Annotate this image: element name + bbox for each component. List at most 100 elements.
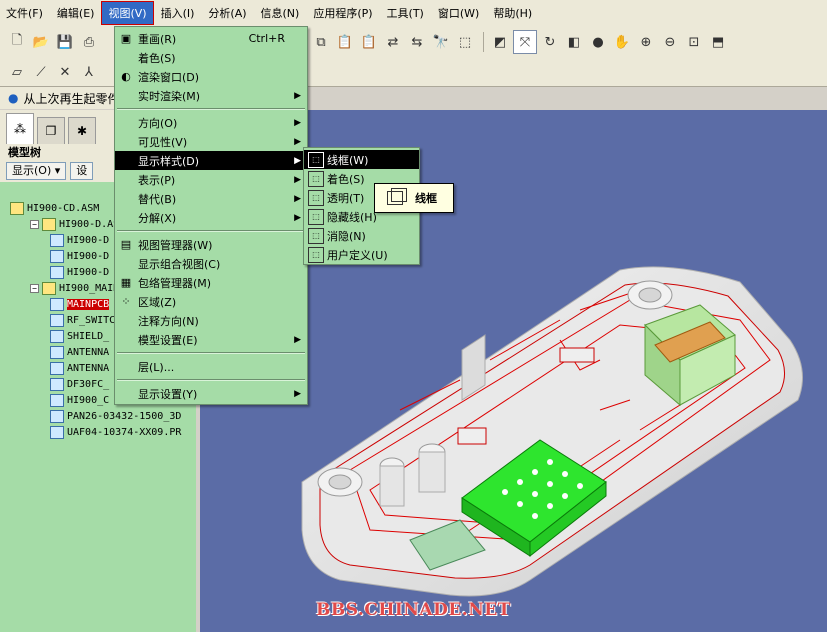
paste-special-icon[interactable]: 📋 <box>358 31 380 53</box>
settings-button[interactable]: 设 <box>70 162 94 180</box>
menu-0[interactable]: 文件(F) <box>0 2 49 24</box>
regenerate-manager-icon[interactable]: ⇆ <box>406 31 428 53</box>
menu-item-label: 重画(R) <box>138 32 177 46</box>
part-icon <box>50 409 64 423</box>
menu-item-label: 方向(O) <box>138 116 178 130</box>
orient-icon[interactable]: ◧ <box>563 31 585 53</box>
view-menu-item[interactable]: ◐ 渲染窗口(D) <box>115 67 307 86</box>
tree-node[interactable]: − HI900_MAINB <box>30 280 125 296</box>
saved-views-icon[interactable]: ⬒ <box>707 31 729 53</box>
repaint-view-icon[interactable]: ↻ <box>539 31 561 53</box>
pan-hand-icon[interactable]: ✋ <box>611 31 633 53</box>
show-button[interactable]: 显示(O) ▾ <box>6 162 67 180</box>
tree-node[interactable]: HI900_C <box>50 392 109 408</box>
zoom-in-icon[interactable]: ⊕ <box>635 31 657 53</box>
open-folder-icon[interactable]: 📂 <box>30 31 52 53</box>
toolbar-row-1: 🗋 📂 💾 ⎙ <box>6 28 102 56</box>
tree-node-label: HI900-D <box>67 234 110 246</box>
tree-node[interactable]: ANTENNA <box>50 360 109 376</box>
view-menu-item[interactable]: 实时渲染(M) ▶ <box>115 86 307 105</box>
view-menu-item[interactable]: 模型设置(E) ▶ <box>115 330 307 349</box>
tree-node[interactable]: − HI900-D.ASM <box>30 216 125 232</box>
view-menu-item[interactable]: ⁘ 区域(Z) <box>115 292 307 311</box>
part-icon <box>50 297 64 311</box>
view-menu-item[interactable]: ▦ 包络管理器(M) <box>115 273 307 292</box>
collapse-toggle-icon[interactable]: − <box>30 283 39 293</box>
datum-csys-icon[interactable]: ⅄ <box>78 61 100 83</box>
print-icon[interactable]: ⎙ <box>78 31 100 53</box>
menu-separator <box>117 108 305 110</box>
hidden-line-icon: ⬚ <box>308 208 324 225</box>
shading-ball-icon[interactable]: ● <box>587 31 609 53</box>
menu-item-label: 显示设置(Y) <box>138 387 198 401</box>
tree-node[interactable]: ANTENNA <box>50 344 109 360</box>
menu-item-label: 线框(W) <box>327 153 369 167</box>
zoom-out-icon[interactable]: ⊖ <box>659 31 681 53</box>
submenu-arrow-icon: ▶ <box>294 193 301 204</box>
menu-bar: 文件(F) 编辑(E) 视图(V) 插入(I) 分析(A) 信息(N) 应用程序(P) 工具(… <box>0 0 827 27</box>
spin-center-icon[interactable]: ⤧ <box>513 30 537 54</box>
view-menu-item[interactable]: ▣ 重画(R) Ctrl+R <box>115 29 307 48</box>
tree-node[interactable]: HI900-D <box>50 264 109 280</box>
view-menu-item[interactable]: 方向(O) ▶ <box>115 113 307 132</box>
menu-2[interactable]: 视图(V) <box>101 1 154 25</box>
menu-5[interactable]: 信息(N) <box>255 2 306 24</box>
tree-node[interactable]: DF30FC_ <box>50 376 109 392</box>
menu-4[interactable]: 分析(A) <box>202 2 252 24</box>
datum-plane-icon[interactable]: ▱ <box>6 61 28 83</box>
collapse-toggle-icon[interactable]: − <box>30 219 39 229</box>
view-menu-item[interactable]: 层(L)... <box>115 357 307 376</box>
display-style-item[interactable]: ⬚ 线框(W) <box>304 150 419 169</box>
datum-point-icon[interactable]: ✕ <box>54 61 76 83</box>
sketch-icon[interactable]: ◩ <box>489 31 511 53</box>
cube-outline-icon <box>387 188 407 205</box>
tree-node[interactable]: RF_SWITC <box>50 312 115 328</box>
menu-1[interactable]: 编辑(E) <box>51 2 101 24</box>
find-icon[interactable]: 🔭 <box>430 31 452 53</box>
tab-model-tree[interactable]: ⁂ <box>6 113 34 144</box>
view-menu-item[interactable]: 着色(S) <box>115 48 307 67</box>
datum-axis-icon[interactable]: ⟋ <box>30 61 52 83</box>
submenu-arrow-icon: ▶ <box>294 90 301 101</box>
view-menu-item[interactable]: 表示(P) ▶ <box>115 170 307 189</box>
tab-folder-browser[interactable]: ❐ <box>37 117 65 144</box>
tree-node[interactable]: MAINPCB <box>50 296 110 312</box>
tree-node[interactable]: SHIELD_ <box>50 328 109 344</box>
watermark: BBS.CHINADE.NET <box>316 600 511 620</box>
select-box-icon[interactable]: ⬚ <box>454 31 476 53</box>
new-file-icon[interactable]: 🗋 <box>6 31 28 53</box>
view-menu-item[interactable]: 显示样式(D) ▶ <box>115 151 307 170</box>
view-menu-item[interactable]: 显示组合视图(C) <box>115 254 307 273</box>
display-style-item[interactable]: ⬚ 用户定义(U) <box>304 245 419 264</box>
regenerate-icon[interactable]: ⇄ <box>382 31 404 53</box>
paste-icon[interactable]: 📋 <box>334 31 356 53</box>
part-icon <box>50 361 64 375</box>
menu-3[interactable]: 插入(I) <box>155 2 201 24</box>
render-window-icon: ◐ <box>121 70 131 83</box>
tree-node-label: PAN26-03432-1500_3D <box>67 410 182 422</box>
menu-9[interactable]: 帮助(H) <box>487 2 538 24</box>
view-menu-item[interactable]: ▤ 视图管理器(W) <box>115 235 307 254</box>
menu-7[interactable]: 工具(T) <box>381 2 430 24</box>
refit-icon[interactable]: ⊡ <box>683 31 705 53</box>
tree-node[interactable]: PAN26-03432-1500_3D <box>50 408 181 424</box>
tree-node[interactable]: HI900-D <box>50 232 109 248</box>
view-menu-item[interactable]: 显示设置(Y) ▶ <box>115 384 307 403</box>
view-manager-icon: ▤ <box>120 238 132 251</box>
menu-item-label: 注释方向(N) <box>138 314 199 328</box>
display-style-item[interactable]: ⬚ 消隐(N) <box>304 226 419 245</box>
tree-node[interactable]: UAF04-10374-XX09.PR <box>50 424 181 440</box>
no-hidden-icon: ⬚ <box>308 227 324 244</box>
menu-8[interactable]: 窗口(W) <box>432 2 485 24</box>
transparent-icon: ⬚ <box>308 189 324 206</box>
menu-6[interactable]: 应用程序(P) <box>307 2 378 24</box>
save-icon[interactable]: 💾 <box>54 31 76 53</box>
tree-node[interactable]: HI900-CD.ASM <box>10 200 99 216</box>
view-menu-item[interactable]: 分解(X) ▶ <box>115 208 307 227</box>
copy-icon[interactable]: ⧉ <box>310 31 332 53</box>
view-menu-item[interactable]: 可见性(V) ▶ <box>115 132 307 151</box>
tree-node[interactable]: HI900-D <box>50 248 109 264</box>
tab-favorites[interactable]: ✱ <box>68 117 96 144</box>
view-menu-item[interactable]: 替代(B) ▶ <box>115 189 307 208</box>
view-menu-item[interactable]: 注释方向(N) <box>115 311 307 330</box>
